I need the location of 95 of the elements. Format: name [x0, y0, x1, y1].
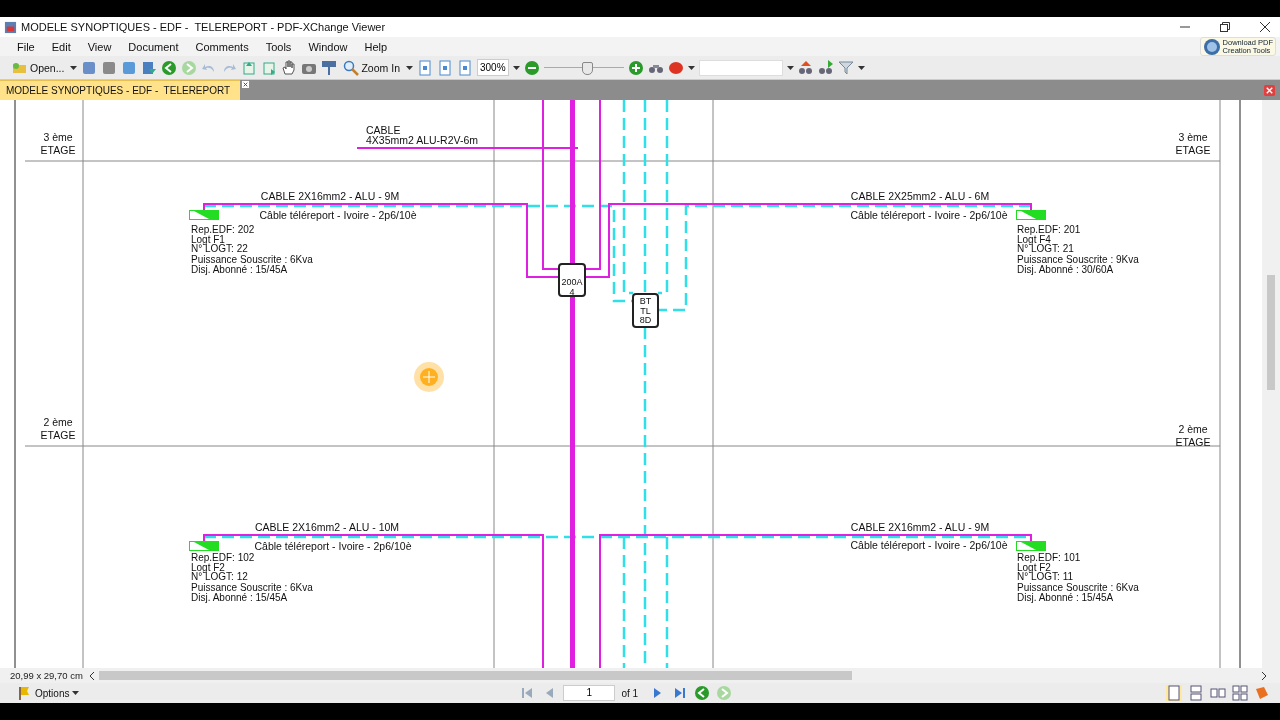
- minus-icon[interactable]: [523, 59, 540, 76]
- close-icon[interactable]: [241, 80, 251, 89]
- open-button[interactable]: Open...: [10, 59, 67, 76]
- apartment-info: Disj. Abonné : 30/60A: [1017, 263, 1114, 275]
- find-next-icon[interactable]: [817, 59, 834, 76]
- zoom-field[interactable]: 300%: [476, 59, 509, 76]
- cable-label: CABLE 2X25mm2 - ALU - 6M: [850, 190, 990, 202]
- apartment-info: Puissance Souscrite : 6Kva: [191, 254, 313, 265]
- vertical-scrollbar[interactable]: [1262, 100, 1280, 668]
- apartment-info: Disj. Abonné : 15/45A: [191, 591, 288, 603]
- restore-icon[interactable]: [1220, 22, 1230, 32]
- facing-pages-icon[interactable]: [1210, 685, 1226, 701]
- document-tab[interactable]: MODELE SYNOPTIQUES - EDF - TELEREPORT: [0, 80, 241, 100]
- telereport-label: Câble téléreport - Ivoire - 2p6/10è: [850, 209, 1008, 221]
- apartment-info: Puissance Souscrite : 6Kva: [191, 582, 313, 593]
- back-icon[interactable]: [694, 685, 711, 701]
- caret-icon[interactable]: [512, 65, 520, 70]
- menu-item[interactable]: View: [87, 40, 112, 53]
- apartment-info: Disj. Abonné : 15/45A: [1017, 591, 1114, 603]
- apartment-info: Disj. Abonné : 15/45A: [191, 263, 288, 275]
- caret-icon[interactable]: [405, 65, 413, 70]
- floor-label: 2 ème: [1178, 423, 1208, 435]
- apartment-info: Rep.EDF: 101: [1017, 552, 1081, 563]
- breaker-label: 200A: [561, 277, 583, 287]
- scroll-left-icon[interactable]: [90, 671, 95, 680]
- single-page-icon[interactable]: [1166, 685, 1182, 701]
- meter-icon: [189, 210, 219, 220]
- floor-label: 2 ème: [43, 416, 73, 428]
- rotate-page-icon[interactable]: [261, 59, 278, 76]
- apartment-info: Puissance Souscrite : 6Kva: [1017, 582, 1139, 593]
- continuous-facing-icon[interactable]: [1232, 685, 1248, 701]
- menu-item[interactable]: Tools: [265, 40, 292, 53]
- meter-icon: [1016, 210, 1046, 220]
- floor-label: 3 ème: [43, 131, 73, 143]
- menu-item[interactable]: Edit: [51, 40, 71, 53]
- cursor-highlight: [414, 362, 444, 392]
- page-icon[interactable]: [436, 59, 453, 76]
- hand-icon[interactable]: [281, 59, 298, 76]
- cable-label: CABLE 2X16mm2 - ALU - 10M: [254, 521, 400, 533]
- scroll-right-icon[interactable]: [1261, 671, 1266, 680]
- floor-label: 3 ème: [1178, 131, 1208, 143]
- text-select-icon[interactable]: [321, 59, 338, 76]
- document-arrow-icon[interactable]: [141, 59, 158, 76]
- continuous-page-icon[interactable]: [1188, 685, 1204, 701]
- box-label: BT: [639, 296, 652, 306]
- zoom-in-button[interactable]: Zoom In: [341, 59, 402, 76]
- box-label: 8D: [639, 315, 652, 325]
- caret-icon: [72, 691, 80, 695]
- telereport-label: Câble téléreport - Ivoire - 2p6/10è: [259, 209, 417, 221]
- caret-icon[interactable]: [70, 65, 78, 70]
- close-icon[interactable]: [1260, 22, 1270, 32]
- floor-label: ETAGE: [1175, 436, 1211, 448]
- apartment-info: Rep.EDF: 202: [191, 224, 255, 235]
- telereport-box: [632, 293, 659, 328]
- cable-label: 4X35mm2 ALU-R2V-6m: [366, 134, 479, 146]
- back-icon[interactable]: [161, 59, 178, 76]
- cable-label: CABLE 2X16mm2 - ALU - 9M: [850, 521, 990, 533]
- breaker-label: 4: [569, 287, 575, 297]
- menu-item[interactable]: Help: [364, 40, 388, 53]
- menu-item[interactable]: Comments: [195, 40, 249, 53]
- floor-label: ETAGE: [40, 429, 76, 441]
- telereport-label: Câble téléreport - Ivoire - 2p6/10è: [850, 539, 1008, 551]
- search-field[interactable]: [698, 59, 783, 76]
- apartment-info: Rep.EDF: 201: [1017, 224, 1081, 235]
- plus-icon[interactable]: [627, 59, 644, 76]
- apartment-info: Puissance Souscrite : 9Kva: [1017, 254, 1139, 265]
- meter-icon: [1016, 541, 1046, 551]
- caret-icon[interactable]: [687, 65, 695, 70]
- breaker-box: [558, 263, 586, 297]
- box-label: TL: [640, 305, 651, 316]
- options-button[interactable]: Options: [10, 684, 86, 702]
- page-count: of 1: [621, 687, 639, 699]
- meter-icon: [189, 541, 219, 551]
- telereport-label: Câble téléreport - Ivoire - 2p6/10è: [254, 540, 412, 552]
- caret-icon[interactable]: [786, 65, 794, 70]
- menu-item[interactable]: Document: [128, 40, 179, 53]
- apartment-info: Rep.EDF: 102: [191, 552, 255, 563]
- caret-icon[interactable]: [857, 65, 865, 70]
- menu-item[interactable]: File: [17, 40, 35, 53]
- page-size-label: 20,99 x 29,70 cm: [10, 670, 84, 681]
- menu-item[interactable]: Window: [308, 40, 348, 53]
- magnifier-icon: [343, 59, 360, 76]
- flag-icon: [16, 685, 32, 701]
- app-icon: [4, 20, 17, 34]
- cable-label: CABLE 2X16mm2 - ALU - 9M: [260, 190, 400, 202]
- globe-icon: [1202, 37, 1221, 56]
- page-icon[interactable]: [416, 59, 433, 76]
- cable-label: CABLE: [366, 124, 401, 136]
- floor-label: ETAGE: [1175, 144, 1211, 156]
- zoom-slider[interactable]: [543, 60, 624, 75]
- window-title: MODELE SYNOPTIQUES - EDF - TELEREPORT - PDF-XChange Viewer: [21, 21, 386, 33]
- find-previous-icon[interactable]: [797, 59, 814, 76]
- floor-label: ETAGE: [40, 144, 76, 156]
- page-icon[interactable]: [456, 59, 473, 76]
- page-number-field[interactable]: 1: [563, 685, 616, 701]
